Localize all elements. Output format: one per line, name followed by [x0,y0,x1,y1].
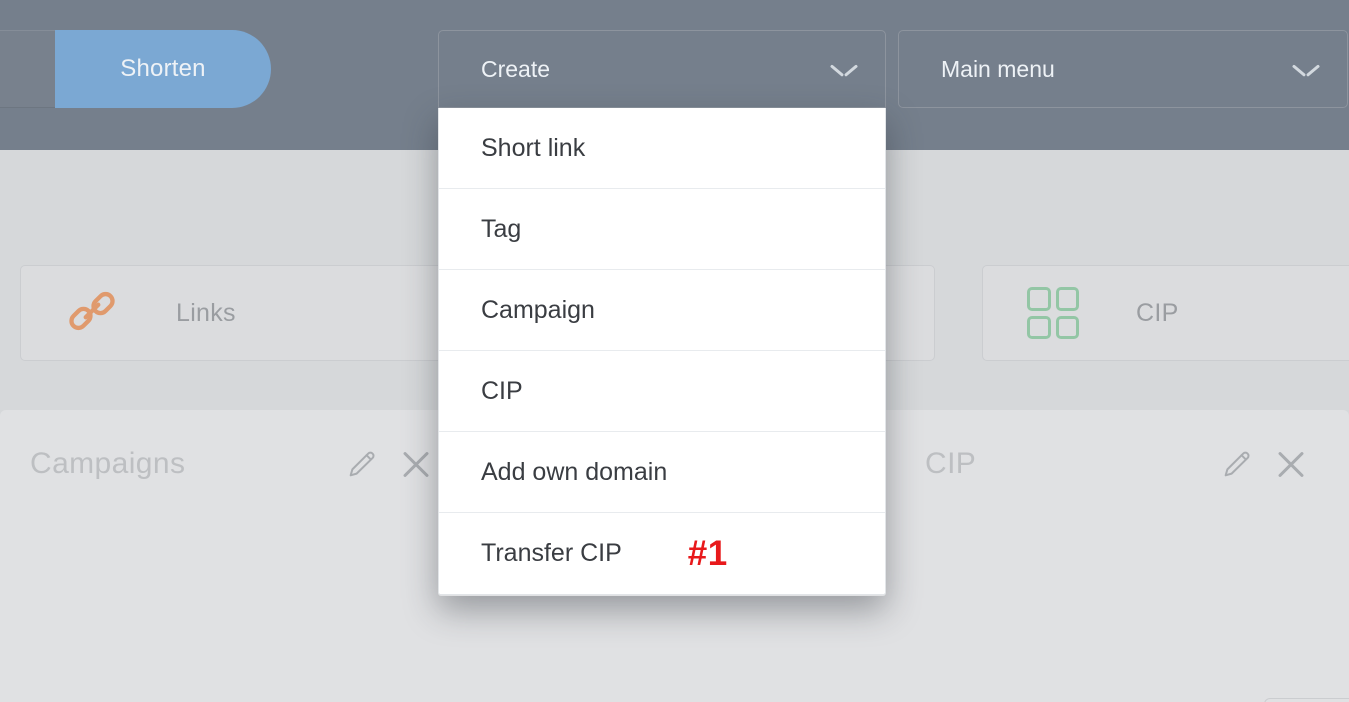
stat-card-label: CIP [1136,298,1179,327]
section-header-campaigns: Campaigns [30,434,440,494]
pencil-icon[interactable] [1213,440,1261,488]
grid-squares-icon [1027,287,1079,339]
menu-item-label: Transfer CIP [481,539,622,567]
menu-item-add-own-domain[interactable]: Add own domain [439,432,885,513]
section-header-cip: CIP [925,434,1315,494]
menu-item-tag[interactable]: Tag [439,189,885,270]
menu-item-campaign[interactable]: Campaign [439,270,885,351]
chevron-down-icon [831,62,857,76]
close-x-icon[interactable] [1267,440,1315,488]
section-title: CIP [925,447,977,480]
last-button[interactable]: Last [1264,698,1349,702]
chevron-down-icon [1293,62,1319,76]
pencil-icon[interactable] [338,440,386,488]
menu-item-cip[interactable]: CIP [439,351,885,432]
menu-item-label: Short link [481,133,586,162]
main-menu-dropdown-label: Main menu [941,55,1055,82]
close-x-icon[interactable] [392,440,440,488]
stat-card-label: Links [176,298,236,327]
menu-item-short-link[interactable]: Short link [439,108,885,189]
menu-item-label: Add own domain [481,457,668,486]
create-dropdown-label: Create [481,55,551,82]
create-dropdown-trigger[interactable]: Create [438,30,886,108]
chain-link-icon [65,284,119,343]
menu-item-transfer-cip[interactable]: Transfer CIP #1 [439,513,885,594]
annotation-marker-1: #1 [687,533,728,573]
stat-card-cip[interactable]: CIP [982,265,1349,361]
main-menu-dropdown-trigger[interactable]: Main menu [898,30,1348,108]
menu-item-label: CIP [481,376,523,405]
menu-item-label: Tag [481,214,522,243]
section-title: Campaigns [30,447,186,480]
shorten-button[interactable]: Shorten [55,30,271,108]
menu-item-label: Campaign [481,295,595,324]
app-root: Links CIP Campaigns CIP Shorten Create M… [0,0,1349,702]
create-dropdown-menu: Short link Tag Campaign CIP Add own doma… [438,108,886,595]
